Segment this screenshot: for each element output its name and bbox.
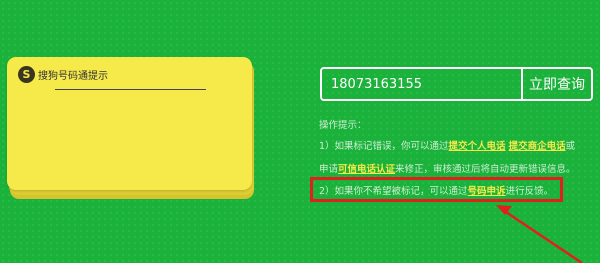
annotation-arrow-icon — [496, 205, 583, 263]
